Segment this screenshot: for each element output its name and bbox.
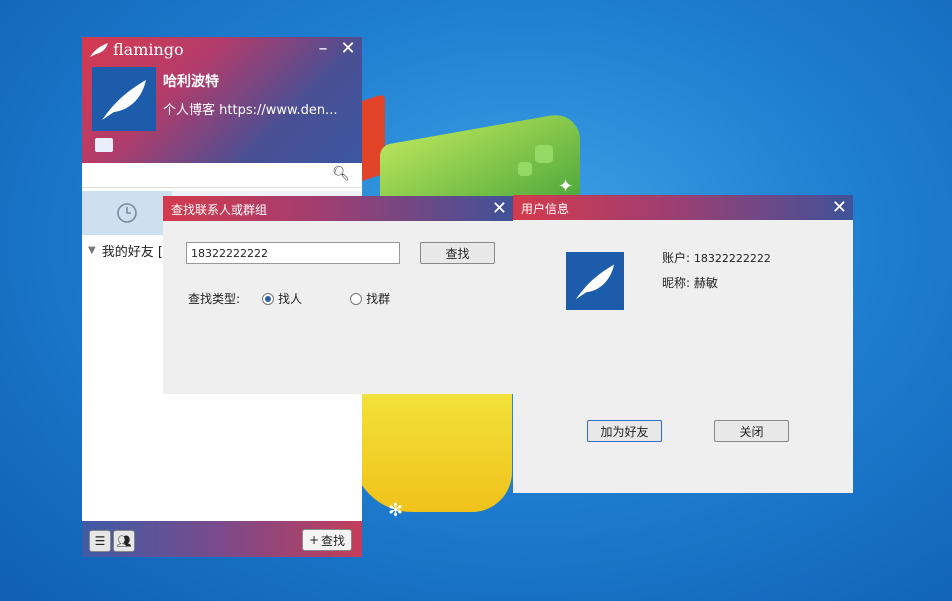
- radio-find-person[interactable]: [262, 292, 275, 305]
- search-icon[interactable]: 🔍︎: [332, 166, 350, 182]
- close-icon[interactable]: ✕: [339, 40, 357, 58]
- search-type-row: 查找类型: 找人 找群: [188, 290, 390, 307]
- close-icon[interactable]: ✕: [832, 197, 847, 218]
- friend-group-item[interactable]: ▼ 我的好友 [: [88, 241, 163, 260]
- wallpaper-hexagon: [518, 162, 532, 176]
- close-icon[interactable]: ✕: [492, 198, 507, 219]
- bird-avatar-icon: [102, 80, 146, 120]
- friend-group-label: 我的好友 [: [101, 245, 163, 260]
- find-contact-dialog: 查找联系人或群组 ✕ 18322222222 查找 查找类型: 找人 找群: [163, 196, 513, 394]
- wallpaper-bird: ✦: [558, 176, 574, 197]
- main-header: flamingo – ✕ 哈利波特 个人博客 https://www.den..…: [82, 37, 362, 163]
- bird-logo-icon: [90, 42, 108, 57]
- search-button[interactable]: 查找: [420, 242, 495, 264]
- contacts-icon[interactable]: 👥︎: [113, 530, 135, 552]
- tab-recent[interactable]: [82, 191, 172, 235]
- info-dialog-title: 用户信息: [521, 202, 570, 216]
- nickname-label: 昵称:: [662, 276, 691, 290]
- find-person-label[interactable]: 找人: [278, 290, 302, 307]
- radio-find-group[interactable]: [350, 292, 363, 305]
- avatar: [566, 252, 624, 310]
- search-type-label: 查找类型:: [188, 292, 241, 306]
- app-logo: flamingo: [88, 40, 184, 59]
- find-dialog-titlebar[interactable]: 查找联系人或群组 ✕: [163, 196, 513, 221]
- minimize-icon[interactable]: –: [314, 40, 332, 58]
- main-footer: ☰ 👥︎ + 查找: [82, 521, 362, 557]
- plus-icon: +: [308, 533, 320, 547]
- account-value: 18322222222: [693, 252, 771, 265]
- add-find-label: 查找: [321, 533, 346, 548]
- menu-icon[interactable]: ☰: [89, 530, 111, 552]
- account-label: 账户:: [662, 251, 691, 265]
- find-group-label[interactable]: 找群: [366, 290, 390, 307]
- wallpaper-hexagon: [535, 145, 553, 163]
- wallpaper-flower: ✻: [388, 500, 404, 521]
- user-name: 哈利波特: [163, 74, 219, 90]
- mail-icon[interactable]: [95, 138, 113, 152]
- find-dialog-title: 查找联系人或群组: [171, 203, 268, 217]
- user-info-dialog: 用户信息 ✕ 账户: 18322222222 昵称: 赫敏 加为好友 关闭: [513, 195, 853, 493]
- avatar[interactable]: [92, 67, 156, 131]
- add-find-button[interactable]: + 查找: [302, 529, 352, 551]
- wallpaper-yellow-shape: [352, 392, 512, 512]
- account-row: 账户: 18322222222: [662, 249, 771, 266]
- contact-search-bar[interactable]: 🔍︎: [82, 163, 362, 188]
- search-input[interactable]: 18322222222: [186, 242, 400, 264]
- user-signature[interactable]: 个人博客 https://www.den...: [163, 99, 353, 118]
- brand-name: flamingo: [113, 40, 184, 59]
- clock-icon: [117, 203, 137, 223]
- nickname-row: 昵称: 赫敏: [662, 274, 718, 291]
- expand-caret-icon[interactable]: ▼: [88, 245, 96, 256]
- nickname-value: 赫敏: [693, 276, 718, 290]
- close-button[interactable]: 关闭: [714, 420, 789, 442]
- bird-avatar-icon: [575, 264, 615, 300]
- info-dialog-titlebar[interactable]: 用户信息 ✕: [513, 195, 853, 220]
- add-friend-button[interactable]: 加为好友: [587, 420, 662, 442]
